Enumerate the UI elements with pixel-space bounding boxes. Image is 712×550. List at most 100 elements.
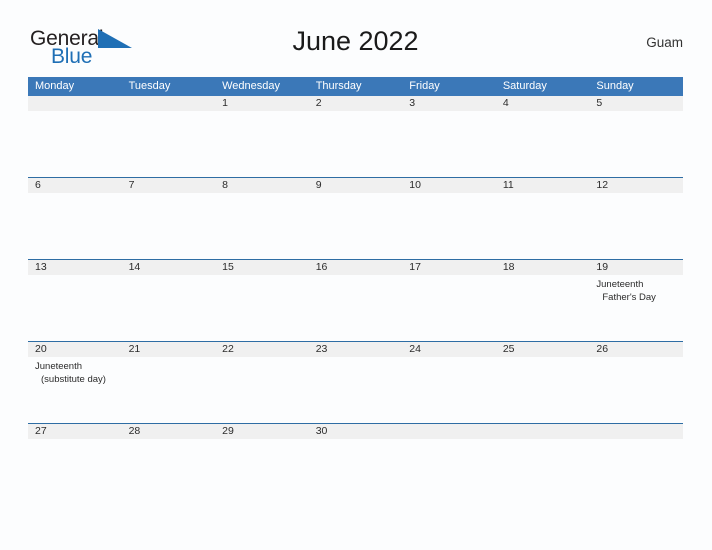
week-date-band: 20 21 22 23 24 25 26 xyxy=(28,341,683,357)
day-number[interactable]: 22 xyxy=(215,342,309,357)
day-number[interactable]: 11 xyxy=(496,178,590,193)
calendar-week-row: 6 7 8 9 10 11 12 xyxy=(28,177,683,259)
week-date-band: 13 14 15 16 17 18 19 xyxy=(28,259,683,275)
day-number[interactable]: 5 xyxy=(589,96,683,111)
day-events-cell xyxy=(28,193,122,259)
day-events-cell xyxy=(496,357,590,423)
day-number[interactable]: 4 xyxy=(496,96,590,111)
day-events-cell xyxy=(496,275,590,341)
day-events-cell xyxy=(589,193,683,259)
weekday-header-thursday: Thursday xyxy=(315,80,362,92)
weekday-header-tuesday: Tuesday xyxy=(128,80,171,92)
week-event-band xyxy=(28,193,683,259)
day-number[interactable]: 29 xyxy=(215,424,309,439)
day-number[interactable]: 14 xyxy=(122,260,216,275)
day-events-cell xyxy=(402,111,496,177)
day-number[interactable]: 30 xyxy=(309,424,403,439)
day-events-cell xyxy=(496,193,590,259)
day-events-cell xyxy=(402,357,496,423)
day-number[interactable]: 28 xyxy=(122,424,216,439)
weekday-header-friday: Friday xyxy=(409,80,440,92)
calendar-weeks: 1 2 3 4 5 6 7 8 9 10 11 12 13 14 15 16 17 18 19 Juneteenth F… xyxy=(28,96,683,505)
day-events-cell xyxy=(122,275,216,341)
day-events-cell[interactable]: Juneteenth (substitute day) xyxy=(28,357,122,423)
day-events-cell xyxy=(122,439,216,505)
day-number[interactable]: 6 xyxy=(28,178,122,193)
day-events-cell xyxy=(496,111,590,177)
weekday-header-row: Monday Tuesday Wednesday Thursday Friday Satu… xyxy=(28,77,683,96)
day-number-empty xyxy=(122,96,216,111)
day-events-cell xyxy=(215,439,309,505)
day-events-cell xyxy=(309,439,403,505)
day-number[interactable]: 1 xyxy=(215,96,309,111)
day-events-cell xyxy=(402,193,496,259)
calendar-week-row: 13 14 15 16 17 18 19 Juneteenth Father's Day xyxy=(28,259,683,341)
calendar-week-row: 27 28 29 30 xyxy=(28,423,683,505)
day-events-cell xyxy=(402,275,496,341)
weekday-header-saturday: Saturday xyxy=(502,80,547,92)
day-number[interactable]: 12 xyxy=(589,178,683,193)
day-events-cell xyxy=(122,357,216,423)
day-events-cell xyxy=(215,193,309,259)
day-number-empty xyxy=(402,424,496,439)
day-events-cell xyxy=(496,439,590,505)
day-number[interactable]: 20 xyxy=(28,342,122,357)
day-events-cell xyxy=(28,275,122,341)
week-date-band: 12345 xyxy=(28,96,683,111)
day-number[interactable]: 18 xyxy=(496,260,590,275)
event-label: (substitute day) xyxy=(41,374,106,385)
day-events-cell xyxy=(589,439,683,505)
week-event-band xyxy=(28,439,683,505)
day-number[interactable]: 3 xyxy=(402,96,496,111)
day-number[interactable]: 10 xyxy=(402,178,496,193)
day-events-cell xyxy=(28,111,122,177)
page-header: General Blue June 2022 Guam xyxy=(28,24,683,70)
day-events-cell xyxy=(122,111,216,177)
weekday-header-sunday: Sunday xyxy=(596,80,634,92)
day-number[interactable]: 23 xyxy=(309,342,403,357)
day-events-cell xyxy=(28,439,122,505)
day-events-cell xyxy=(589,111,683,177)
day-number[interactable]: 13 xyxy=(28,260,122,275)
day-number[interactable]: 19 xyxy=(589,260,683,275)
day-number[interactable]: 26 xyxy=(589,342,683,357)
event-label: Juneteenth xyxy=(596,279,644,290)
day-number-empty xyxy=(496,424,590,439)
day-number[interactable]: 27 xyxy=(28,424,122,439)
day-number[interactable]: 2 xyxy=(309,96,403,111)
calendar-week-row: 20 21 22 23 24 25 26 Juneteenth (substitute day) xyxy=(28,341,683,423)
event-label: Father's Day xyxy=(602,292,656,303)
week-event-band: Juneteenth (substitute day) xyxy=(28,357,683,423)
day-events-cell xyxy=(402,439,496,505)
day-number-empty xyxy=(589,424,683,439)
day-events-cell xyxy=(309,111,403,177)
day-number[interactable]: 17 xyxy=(402,260,496,275)
day-events-cell xyxy=(122,193,216,259)
day-events-cell xyxy=(589,357,683,423)
week-event-band: Juneteenth Father's Day xyxy=(28,275,683,341)
calendar-week-row: 12345 xyxy=(28,96,683,177)
day-number[interactable]: 8 xyxy=(215,178,309,193)
day-number[interactable]: 15 xyxy=(215,260,309,275)
day-events-cell[interactable]: Juneteenth Father's Day xyxy=(589,275,683,341)
day-number[interactable]: 24 xyxy=(402,342,496,357)
day-number[interactable]: 7 xyxy=(122,178,216,193)
day-events-cell xyxy=(309,357,403,423)
day-number[interactable]: 25 xyxy=(496,342,590,357)
day-events-cell xyxy=(215,111,309,177)
day-number[interactable]: 9 xyxy=(309,178,403,193)
day-events-cell xyxy=(215,357,309,423)
week-event-band xyxy=(28,111,683,177)
region-label: Guam xyxy=(646,35,683,50)
day-events-cell xyxy=(215,275,309,341)
week-date-band: 27 28 29 30 xyxy=(28,423,683,439)
day-number[interactable]: 16 xyxy=(309,260,403,275)
weekday-header-wednesday: Wednesday xyxy=(222,80,281,92)
day-events-cell xyxy=(309,193,403,259)
day-events-cell xyxy=(309,275,403,341)
weekday-header-monday: Monday xyxy=(35,80,75,92)
week-date-band: 6 7 8 9 10 11 12 xyxy=(28,177,683,193)
day-number[interactable]: 21 xyxy=(122,342,216,357)
page-title: June 2022 xyxy=(292,26,419,56)
calendar-grid: Monday Tuesday Wednesday Thursday Friday Satu… xyxy=(28,77,683,505)
